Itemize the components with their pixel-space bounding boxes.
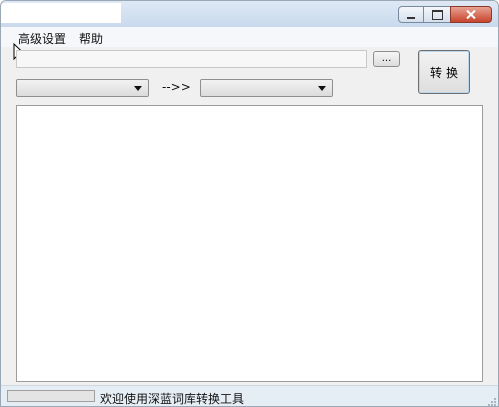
- progress-bar: [7, 390, 95, 402]
- status-bar: 欢迎使用深蓝词库转换工具: [1, 385, 498, 406]
- app-window: 高级设置 帮助 ... 转换 -->> 欢迎使用深蓝词库转换工具: [0, 0, 499, 407]
- output-textarea[interactable]: [16, 105, 483, 382]
- source-format-select[interactable]: [16, 79, 149, 97]
- chevron-down-icon: [134, 86, 142, 91]
- minimize-button[interactable]: [398, 6, 424, 23]
- source-path-input[interactable]: [16, 50, 367, 68]
- window-title: [1, 3, 121, 23]
- chevron-down-icon: [318, 86, 326, 91]
- maximize-icon: [431, 9, 443, 20]
- target-format-select[interactable]: [200, 79, 333, 97]
- menu-help[interactable]: 帮助: [79, 30, 103, 47]
- window-controls: [398, 6, 492, 23]
- browse-button[interactable]: ...: [373, 51, 400, 67]
- menu-bar: 高级设置 帮助: [1, 27, 498, 47]
- resize-grip-icon[interactable]: [486, 396, 496, 406]
- close-icon: [466, 10, 476, 19]
- close-button[interactable]: [450, 6, 492, 23]
- maximize-button[interactable]: [424, 6, 450, 23]
- title-bar[interactable]: [1, 1, 498, 27]
- conversion-arrow-label: -->>: [162, 80, 191, 94]
- convert-button[interactable]: 转换: [418, 50, 470, 94]
- status-message: 欢迎使用深蓝词库转换工具: [100, 392, 245, 406]
- minimize-icon: [407, 16, 415, 19]
